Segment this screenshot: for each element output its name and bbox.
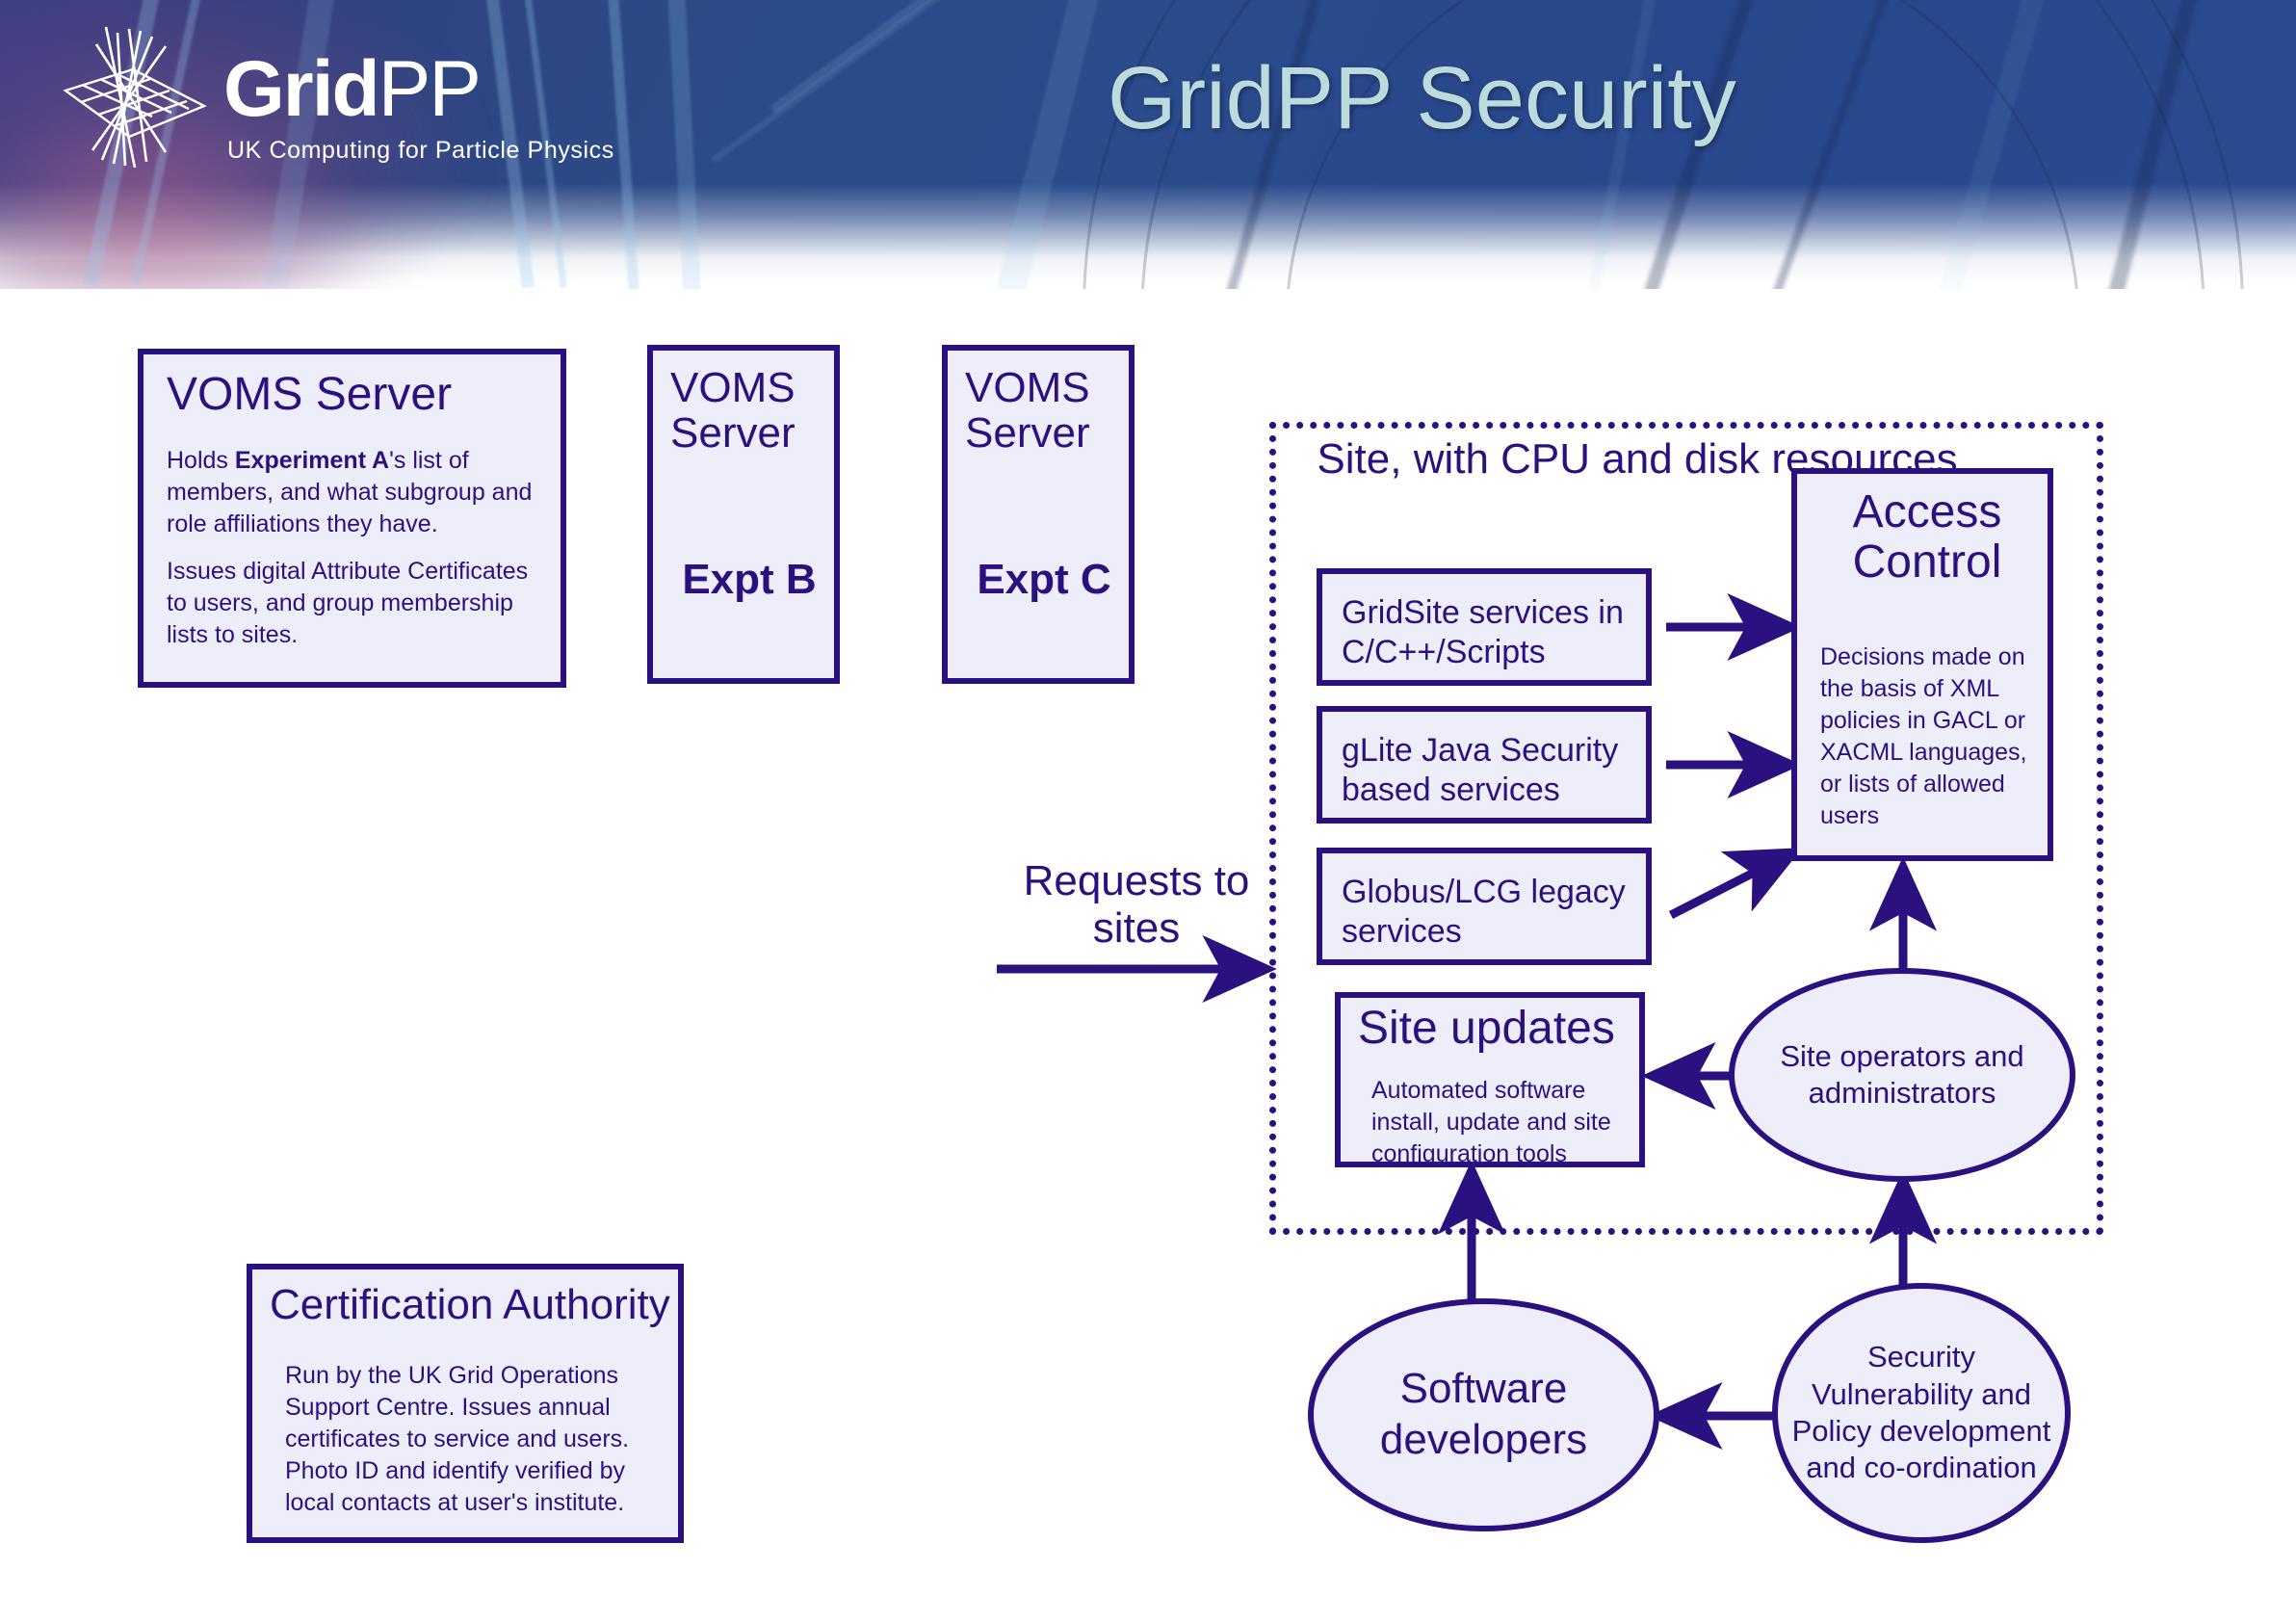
globus-services-text: Globus/LCG legacy services — [1342, 874, 1626, 951]
certification-authority-body: Run by the UK Grid Operations Support Ce… — [285, 1362, 630, 1516]
gridsite-services-text: GridSite services in C/C++/Scripts — [1342, 594, 1624, 671]
gridsite-services-box: GridSite services in C/C++/Scripts — [1317, 568, 1652, 686]
globus-services-box: Globus/LCG legacy services — [1317, 848, 1652, 965]
voms-server-a-para1: Holds Experiment A's list of members, an… — [167, 445, 552, 540]
voms-server-a-para2: Issues digital Attribute Certificates to… — [167, 558, 529, 648]
voms-server-a-box: VOMS Server Holds Experiment A's list of… — [138, 349, 566, 688]
site-updates-box: Site updates Automated software install,… — [1335, 992, 1645, 1167]
certification-authority-title: Certification Authority — [270, 1281, 670, 1328]
access-control-box: Access Control Decisions made on the bas… — [1791, 468, 2053, 861]
site-updates-title: Site updates — [1358, 1003, 1615, 1054]
voms-server-b-title: VOMS Server — [670, 364, 796, 457]
voms-server-b-box: VOMS Server Expt B — [647, 345, 840, 684]
diagram-canvas: VOMS Server Holds Experiment A's list of… — [0, 0, 2296, 1622]
security-policy-text: Security Vulnerability and Policy develo… — [1791, 1340, 2051, 1485]
voms-server-c-box: VOMS Server Expt C — [942, 345, 1135, 684]
voms-server-b-label: Expt B — [682, 556, 817, 603]
requests-to-sites-label: Requests to sites — [1023, 857, 1250, 953]
voms-a-para1-pre: Holds — [167, 447, 235, 474]
software-developers-text: Software developers — [1379, 1365, 1588, 1463]
access-control-body: Decisions made on the basis of XML polic… — [1820, 643, 2027, 829]
security-policy-ellipse: Security Vulnerability and Policy develo… — [1772, 1283, 2071, 1543]
glite-services-box: gLite Java Security based services — [1317, 706, 1652, 824]
voms-server-a-title: VOMS Server — [167, 369, 453, 420]
software-developers-ellipse: Software developers — [1308, 1298, 1659, 1531]
access-control-title: Access Control — [1852, 486, 2002, 588]
voms-server-c-label: Expt C — [977, 556, 1111, 603]
site-operators-ellipse: Site operators and administrators — [1729, 968, 2075, 1182]
certification-authority-box: Certification Authority Run by the UK Gr… — [247, 1264, 684, 1543]
site-operators-text: Site operators and administrators — [1780, 1038, 2024, 1110]
voms-server-c-title: VOMS Server — [965, 364, 1090, 457]
glite-services-text: gLite Java Security based services — [1342, 732, 1619, 809]
site-updates-body: Automated software install, update and s… — [1371, 1077, 1611, 1167]
voms-a-para1-bold: Experiment A — [234, 447, 390, 474]
